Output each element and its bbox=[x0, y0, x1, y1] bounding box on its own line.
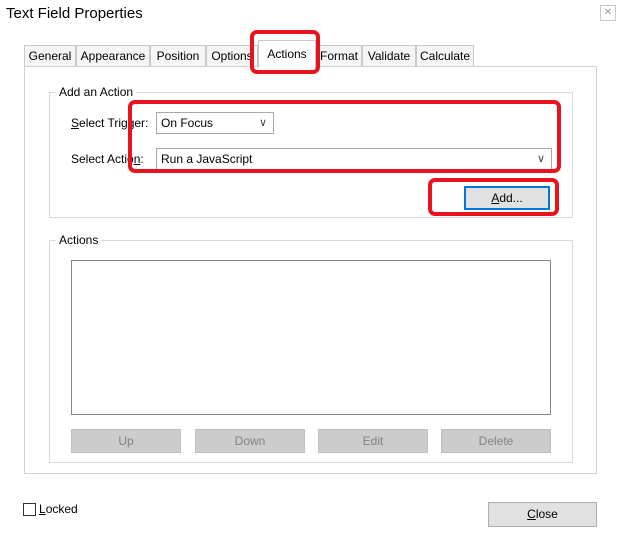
locked-checkbox[interactable] bbox=[23, 503, 36, 516]
select-action-value: Run a JavaScript bbox=[161, 152, 253, 166]
close-button[interactable]: Close bbox=[488, 502, 597, 527]
tab-validate[interactable]: Validate bbox=[362, 45, 416, 67]
tab-appearance[interactable]: Appearance bbox=[76, 45, 150, 67]
tab-options[interactable]: Options bbox=[206, 45, 258, 67]
tab-actions[interactable]: Actions bbox=[258, 40, 316, 68]
up-button[interactable]: Up bbox=[71, 429, 181, 453]
add-button[interactable]: Add... bbox=[464, 186, 550, 210]
chevron-down-icon: ∨ bbox=[536, 153, 546, 165]
actions-group: Actions Up Down Edit Delete bbox=[49, 233, 573, 463]
close-window-icon[interactable]: ✕ bbox=[600, 5, 616, 21]
tab-general[interactable]: General bbox=[24, 45, 76, 67]
select-trigger-value: On Focus bbox=[161, 116, 214, 130]
add-action-group: Add an Action Select Trigger: On Focus ∨… bbox=[49, 85, 573, 218]
actions-group-label: Actions bbox=[56, 233, 102, 247]
chevron-down-icon: ∨ bbox=[258, 117, 268, 129]
tab-calculate[interactable]: Calculate bbox=[416, 45, 474, 67]
down-button[interactable]: Down bbox=[195, 429, 305, 453]
actions-list[interactable] bbox=[71, 260, 551, 415]
tab-position[interactable]: Position bbox=[150, 45, 206, 67]
locked-label: Locked bbox=[39, 502, 78, 516]
delete-button[interactable]: Delete bbox=[441, 429, 551, 453]
edit-button[interactable]: Edit bbox=[318, 429, 428, 453]
select-action-dropdown[interactable]: Run a JavaScript ∨ bbox=[156, 148, 552, 170]
select-trigger-dropdown[interactable]: On Focus ∨ bbox=[156, 112, 274, 134]
select-trigger-label: Select Trigger: bbox=[71, 116, 149, 130]
select-action-label: Select Action: bbox=[71, 152, 144, 166]
title-bar: Text Field Properties ✕ bbox=[0, 0, 620, 30]
tab-format[interactable]: Format bbox=[316, 45, 362, 67]
tab-panel-actions: Add an Action Select Trigger: On Focus ∨… bbox=[24, 66, 597, 474]
window-title: Text Field Properties bbox=[6, 5, 143, 22]
add-action-group-label: Add an Action bbox=[56, 85, 137, 99]
